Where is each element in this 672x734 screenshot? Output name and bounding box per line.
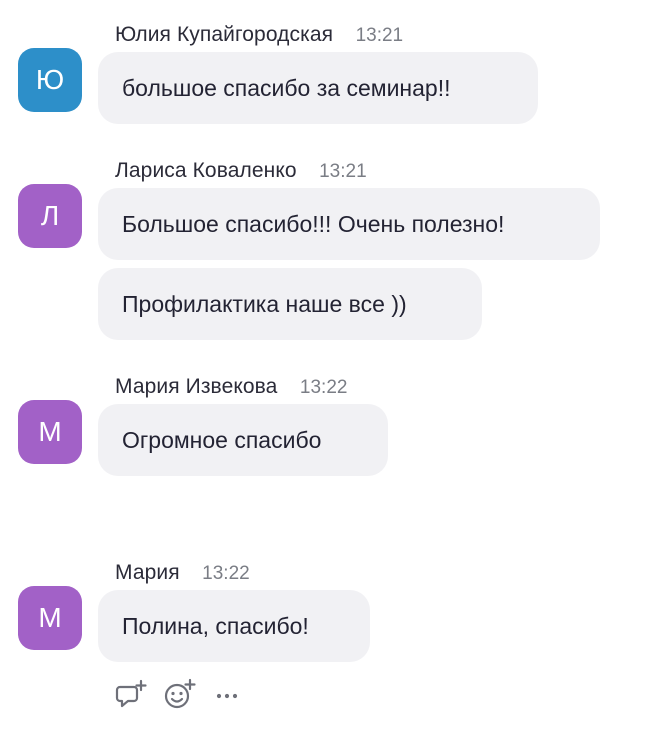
more-options-button[interactable]	[210, 677, 244, 711]
message-time: 13:21	[355, 25, 404, 46]
sender-name[interactable]: Мария Извекова	[115, 375, 277, 398]
message-header: Мария 13:22	[115, 561, 250, 587]
avatar[interactable]: М	[18, 586, 82, 650]
sender-name[interactable]: Лариса Коваленко	[115, 159, 297, 182]
avatar[interactable]: Л	[18, 184, 82, 248]
avatar[interactable]: М	[18, 400, 82, 464]
message-bubble[interactable]: Полина, спасибо!	[98, 590, 370, 662]
message-bubble[interactable]: Большое спасибо!!! Очень полезно!	[98, 188, 600, 260]
message-header: Юлия Купайгородская 13:21	[115, 23, 403, 49]
reply-thread-button[interactable]	[114, 677, 148, 711]
message-time: 13:22	[299, 377, 348, 398]
message-time: 13:22	[202, 563, 250, 584]
message-actions	[114, 676, 258, 712]
message-time: 13:21	[319, 161, 367, 182]
sender-name[interactable]: Мария	[115, 561, 180, 584]
more-options-icon	[216, 693, 238, 699]
message-header: Лариса Коваленко 13:21	[115, 159, 367, 185]
message-bubble[interactable]: большое спасибо за семинар!!	[98, 52, 538, 124]
sender-name[interactable]: Юлия Купайгородская	[115, 23, 333, 46]
add-reaction-icon	[164, 678, 196, 709]
message-bubble[interactable]: Огромное спасибо	[98, 404, 388, 476]
add-reaction-button[interactable]	[162, 677, 196, 711]
avatar[interactable]: Ю	[18, 48, 82, 112]
reply-thread-icon	[115, 679, 147, 708]
message-bubble[interactable]: Профилактика наше все ))	[98, 268, 482, 340]
message-header: Мария Извекова 13:22	[115, 375, 347, 401]
